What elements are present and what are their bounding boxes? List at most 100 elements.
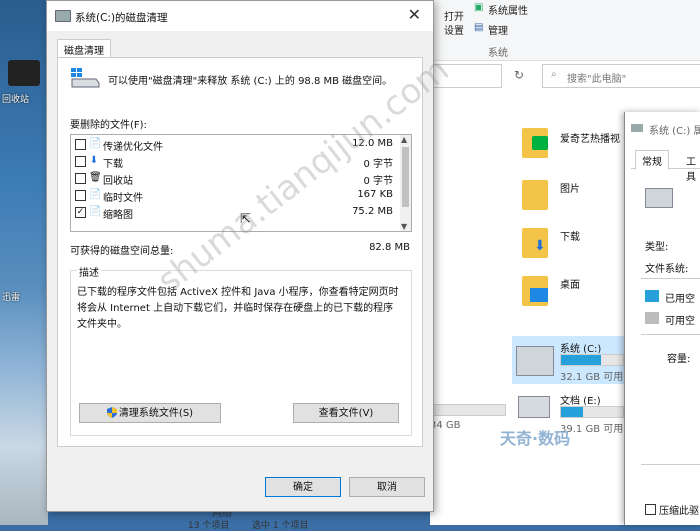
cleanup-panel: 可以使用"磁盘清理"来释放 系统 (C:) 上的 98.8 MB 磁盘空间。 要…: [57, 57, 423, 447]
desktop-background: 回收站 迅雷: [0, 0, 48, 525]
file-size: 0 字节: [363, 176, 393, 187]
list-item[interactable]: 📄 临时文件 167 KB: [71, 187, 399, 204]
desktop-tile-icon: [530, 288, 548, 302]
drive-title-icon: [631, 124, 643, 132]
free-space-label: 可用空: [665, 316, 695, 327]
file-name: 下载: [103, 159, 123, 170]
properties-tabs: 常规 工具: [631, 148, 700, 183]
manage-icon: ▤: [474, 22, 484, 33]
ribbon: 打开 设置 ▣ 系统属性 ▤ 管理 系统: [430, 0, 700, 61]
desktop-icon-label: 回收站: [2, 95, 30, 105]
file-name: 回收站: [103, 176, 133, 187]
filesystem-label: 文件系统:: [645, 264, 689, 275]
file-checkbox[interactable]: [75, 139, 86, 150]
file-name: 临时文件: [103, 193, 143, 204]
folder-label: 下载: [560, 232, 580, 243]
free-space-swatch: [645, 312, 659, 324]
list-item[interactable]: ⬇ 下载 0 字节: [71, 153, 399, 170]
file-size: 75.2 MB: [352, 206, 393, 217]
scroll-down-icon[interactable]: ▼: [401, 222, 407, 231]
cleanup-intro: 可以使用"磁盘清理"来释放 系统 (C:) 上的 98.8 MB 磁盘空间。: [108, 76, 393, 87]
file-checkbox[interactable]: [75, 156, 86, 167]
watermark-brand: 天奇·数码: [500, 429, 571, 448]
drive-e-label: 文档 (E:): [560, 396, 601, 407]
folder-label: 图片: [560, 184, 580, 195]
search-placeholder: 搜索"此电脑": [567, 74, 627, 85]
scroll-thumb[interactable]: [402, 147, 409, 207]
view-files-button[interactable]: 查看文件(V): [293, 403, 399, 423]
dialog-title: 系统(C:)的磁盘清理: [75, 12, 168, 24]
file-size: 167 KB: [357, 189, 393, 200]
iqiyi-icon: [532, 136, 548, 150]
title-bar[interactable]: 系统(C:)的磁盘清理 ✕: [47, 1, 433, 31]
monitor-icon: ▣: [474, 2, 484, 13]
manage-button[interactable]: 管理: [488, 22, 508, 37]
download-arrow-icon: ⬇: [534, 238, 546, 254]
other-drive-usage-bar: [430, 404, 506, 416]
list-item[interactable]: 🗑 回收站 0 字节: [71, 170, 399, 187]
other-drive-free: 34 GB: [430, 420, 461, 431]
file-icon: 📄: [89, 138, 102, 149]
file-name: 传递优化文件: [103, 142, 163, 153]
capacity-label: 容量:: [667, 354, 691, 365]
total-space-label: 可获得的磁盘空间总量:: [70, 246, 174, 257]
drive-e-usage-fill: [561, 407, 583, 417]
type-label: 类型:: [645, 242, 669, 253]
mouse-cursor-icon: ⇱: [240, 212, 251, 227]
list-item[interactable]: ✓ 📄 缩略图 75.2 MB: [71, 204, 399, 221]
scroll-up-icon[interactable]: ▲: [401, 135, 407, 144]
search-box[interactable]: ⌕ 搜索"此电脑": [542, 64, 700, 88]
file-checkbox[interactable]: ✓: [75, 207, 86, 218]
description-legend: 描述: [77, 264, 101, 279]
disk-cleanup-icon: [55, 10, 71, 22]
refresh-icon[interactable]: ↻: [514, 68, 524, 82]
drive-c-label: 系统 (C:): [560, 344, 602, 355]
cancel-button[interactable]: 取消: [349, 477, 425, 497]
desktop-icon-label-2: 迅雷: [2, 293, 21, 303]
clean-system-files-label: 清理系统文件(S): [118, 408, 194, 419]
download-icon: ⬇: [89, 155, 99, 166]
file-size: 12.0 MB: [352, 138, 393, 149]
list-item[interactable]: 📄 传递优化文件 12.0 MB: [71, 136, 399, 153]
drive-e-icon[interactable]: [518, 396, 550, 418]
close-icon[interactable]: ✕: [408, 5, 421, 24]
description-text: 已下载的程序文件包括 ActiveX 控件和 Java 小程序，你查看特定网页时…: [77, 287, 399, 330]
tab-tools[interactable]: 工具: [679, 150, 700, 185]
used-space-swatch: [645, 290, 659, 302]
search-icon: ⌕: [551, 69, 557, 80]
drive-icon: [645, 188, 673, 208]
disk-cleanup-dialog: 系统(C:)的磁盘清理 ✕ 磁盘清理 可以使用"磁盘清理"来释放 系统 (C:)…: [46, 0, 434, 512]
drive-c-free: 32.1 GB 可用: [560, 372, 624, 383]
address-bar[interactable]: [430, 64, 502, 88]
open-button[interactable]: 打开: [444, 8, 464, 23]
used-space-label: 已用空: [665, 294, 695, 305]
file-icon: 📄: [89, 206, 102, 217]
ribbon-group-label: 系统: [488, 48, 508, 59]
file-name: 缩略图: [103, 210, 133, 221]
drive-e-usage-bar: [560, 406, 624, 418]
tab-general[interactable]: 常规: [635, 150, 669, 170]
tab-disk-cleanup[interactable]: 磁盘清理: [57, 39, 111, 59]
folder-label: 爱奇艺热播视: [560, 134, 620, 145]
file-checkbox[interactable]: [75, 173, 86, 184]
file-checkbox[interactable]: [75, 190, 86, 201]
settings-button[interactable]: 设置: [444, 22, 464, 37]
clean-system-files-button[interactable]: 清理系统文件(S): [79, 403, 221, 423]
drive-c-icon: [516, 346, 554, 376]
recycle-bin-icon: 🗑: [89, 172, 102, 183]
drive-properties-window: 系统 (C:) 属 常规 工具 类型: 文件系统: 已用空 可用空 容量: 压缩…: [624, 112, 700, 525]
compress-checkbox[interactable]: [645, 504, 656, 515]
description-group: 描述 已下载的程序文件包括 ActiveX 控件和 Java 小程序，你查看特定…: [70, 264, 412, 436]
hard-drive-icon: [71, 68, 100, 88]
shield-icon: [106, 407, 117, 418]
file-size: 0 字节: [363, 159, 393, 170]
pictures-folder-icon[interactable]: [522, 180, 548, 210]
ok-button[interactable]: 确定: [265, 477, 341, 497]
compress-label: 压缩此驱: [659, 506, 699, 517]
desktop-app-icon[interactable]: [8, 60, 40, 86]
drive-c-usage-fill: [561, 355, 602, 365]
total-space-value: 82.8 MB: [369, 242, 410, 253]
system-properties-button[interactable]: 系统属性: [488, 2, 528, 17]
list-scrollbar[interactable]: ▲ ▼: [400, 135, 411, 231]
file-icon: 📄: [89, 189, 102, 200]
